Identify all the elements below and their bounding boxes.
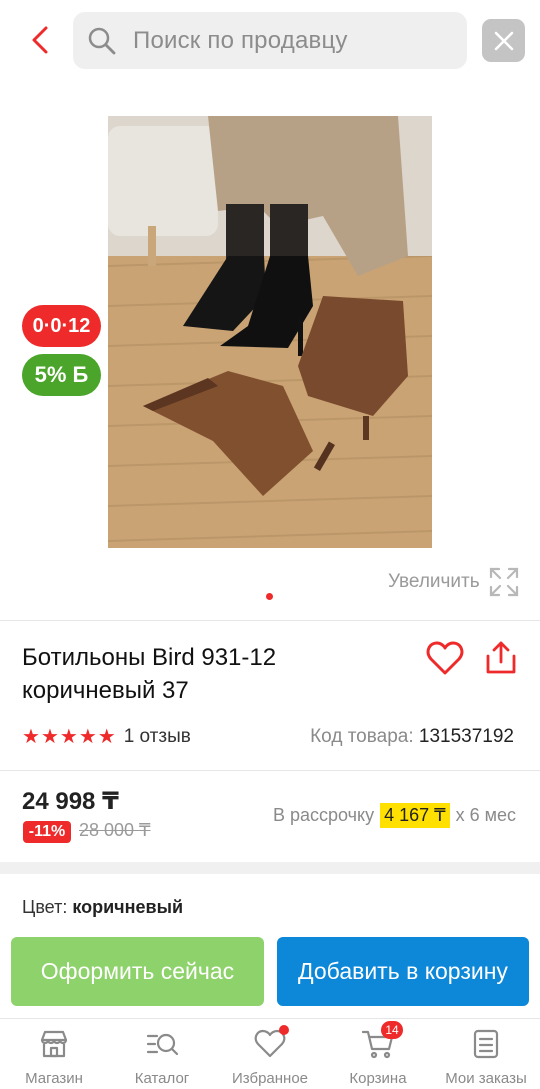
nav-label: Магазин [25,1070,83,1087]
catalog-search-icon [145,1027,179,1061]
buy-now-button[interactable]: Оформить сейчас [11,937,264,1006]
nav-label: Каталог [134,1070,190,1087]
installment-info[interactable]: В рассрочку 4 167 ₸ х 6 мес [273,803,516,828]
star-icon: ★ [40,726,59,748]
sku-label: Код товара: [310,726,414,747]
close-button[interactable] [482,19,525,62]
nav-item-favorites[interactable]: Избранное [216,1019,324,1089]
zoom-button[interactable]: Увеличить [388,566,520,598]
color-attribute: Цвет: коричневый [22,897,183,918]
installment-badge: 0·0·12 [22,305,101,347]
old-price: 28 000 ₸ [79,820,151,840]
rating-stars: ★ ★ ★ ★ ★ [22,727,116,747]
notification-dot [279,1025,289,1035]
sku-value: 131537192 [418,726,514,747]
chevron-left-icon [32,26,48,54]
product-title: Ботильоны Bird 931-12 коричневый 37 [22,644,277,704]
product-image[interactable] [108,116,432,548]
discount-badge: -11% [23,821,71,843]
favorite-button[interactable] [426,640,464,676]
star-icon: ★ [78,726,97,748]
orders-icon [469,1027,503,1061]
nav-label: Избранное [231,1070,309,1087]
share-button[interactable] [484,640,518,676]
color-label: Цвет: [22,897,68,917]
share-icon [486,641,516,674]
bonus-badge: 5% Б [22,354,101,396]
star-icon: ★ [97,726,116,748]
nav-label: Мои заказы [445,1070,527,1087]
nav-item-catalog[interactable]: Каталог [108,1019,216,1089]
star-icon: ★ [59,726,78,748]
bottom-navigation: Магазин Каталог Избранное 14 Корзина Мои… [0,1018,540,1089]
heart-icon [253,1025,289,1061]
back-button[interactable] [22,22,58,58]
store-icon [37,1027,71,1061]
installment-suffix: х 6 мес [455,805,516,825]
search-placeholder: Поиск по продавцу [133,26,348,54]
heart-icon [426,641,464,675]
top-bar: Поиск по продавцу [0,0,540,84]
product-code: Код товара: 131537192 [310,726,514,748]
nav-item-cart[interactable]: 14 Корзина [324,1019,432,1089]
star-icon: ★ [22,726,40,748]
expand-icon [489,567,518,597]
current-price: 24 998 ₸ [22,788,119,815]
nav-item-shop[interactable]: Магазин [0,1019,108,1089]
installment-amount: 4 167 ₸ [380,803,450,828]
nav-item-orders[interactable]: Мои заказы [432,1019,540,1089]
cart-count-badge: 14 [381,1021,403,1039]
section-separator [0,862,540,874]
search-input[interactable]: Поиск по продавцу [73,12,467,69]
gallery-page-indicator [266,593,273,600]
installment-prefix: В рассрочку [272,805,375,825]
nav-label: Корзина [349,1070,407,1087]
cart-icon: 14 [361,1021,403,1061]
reviews-link[interactable]: 1 отзыв [124,726,191,748]
close-icon [494,31,513,50]
divider [0,770,540,771]
divider [0,620,540,621]
search-icon [87,25,119,57]
rating[interactable]: ★ ★ ★ ★ ★ 1 отзыв [22,726,191,748]
color-value: коричневый [72,897,184,917]
add-to-cart-button[interactable]: Добавить в корзину [277,937,529,1006]
zoom-label: Увеличить [388,571,480,592]
